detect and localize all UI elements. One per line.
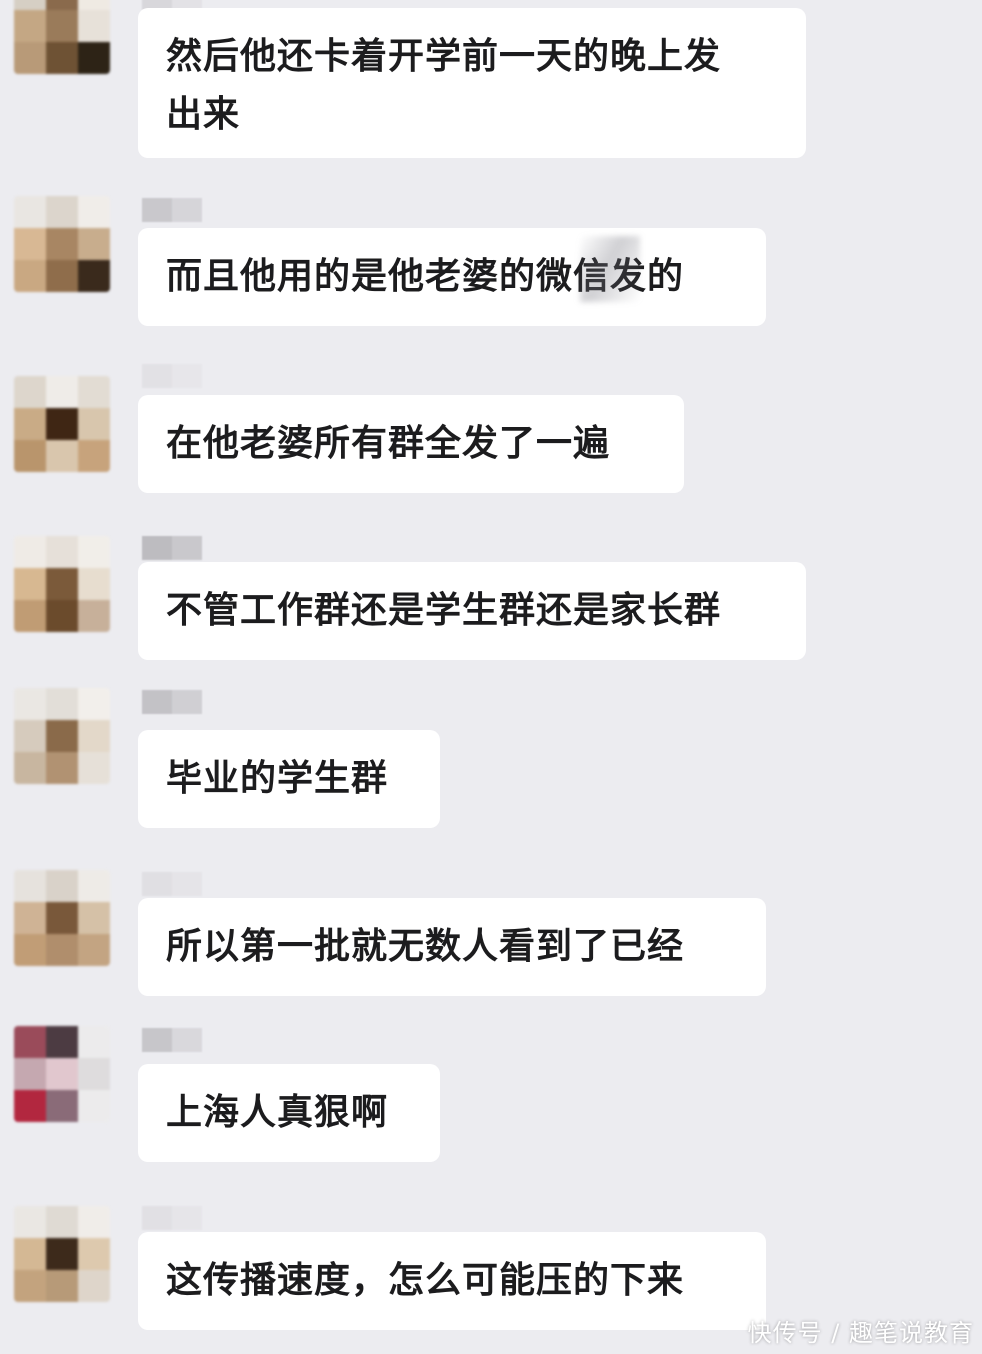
chat-thread: 然后他还卡着开学前一天的晚上发 出来而且他用的是他老婆的微信发的 在他老婆所有群全…: [0, 0, 982, 1354]
sender-name: [142, 1206, 202, 1230]
sender-name: [142, 364, 202, 388]
avatar[interactable]: [14, 196, 110, 292]
message-bubble[interactable]: 而且他用的是他老婆的微信发的: [138, 228, 766, 326]
sender-name: [142, 536, 202, 560]
avatar[interactable]: [14, 1026, 110, 1122]
sender-name: [142, 198, 202, 222]
message-bubble[interactable]: 在他老婆所有群全发了一遍: [138, 395, 684, 493]
watermark: 快传号 / 趣笔说教育: [747, 1319, 974, 1347]
sender-name: [142, 690, 202, 714]
avatar[interactable]: [14, 870, 110, 966]
avatar[interactable]: [14, 536, 110, 632]
message-bubble[interactable]: 这传播速度，怎么可能压的下来: [138, 1232, 766, 1330]
sender-name: [142, 872, 202, 896]
message-bubble[interactable]: 毕业的学生群: [138, 730, 440, 828]
avatar[interactable]: [14, 1206, 110, 1302]
sender-name: [142, 1028, 202, 1052]
message-bubble[interactable]: 不管工作群还是学生群还是家长群: [138, 562, 806, 660]
avatar[interactable]: [14, 376, 110, 472]
message-bubble[interactable]: 所以第一批就无数人看到了已经: [138, 898, 766, 996]
message-bubble[interactable]: 上海人真狠啊: [138, 1064, 440, 1162]
avatar[interactable]: [14, 0, 110, 74]
avatar[interactable]: [14, 688, 110, 784]
message-bubble[interactable]: 然后他还卡着开学前一天的晚上发 出来: [138, 8, 806, 158]
